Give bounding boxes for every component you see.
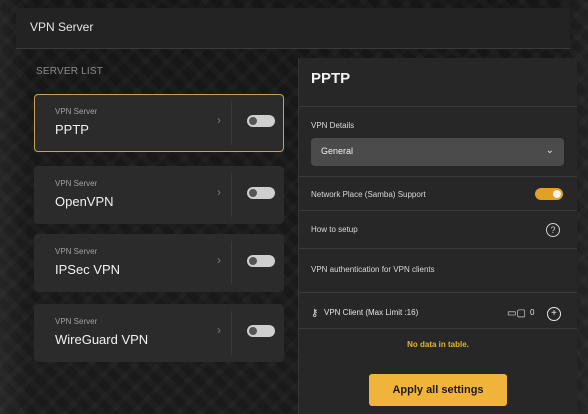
server-card-pptp[interactable]: VPN Server PPTP › — [34, 94, 284, 152]
add-icon[interactable]: + — [547, 307, 561, 321]
server-card-name: PPTP — [55, 122, 89, 137]
toggle-knob — [553, 190, 561, 198]
toggle-knob — [249, 257, 257, 265]
server-list-panel: SERVER LIST VPN Server PPTP › VPN Server… — [20, 58, 294, 414]
select-value: General — [321, 146, 354, 156]
server-card-openvpn[interactable]: VPN Server OpenVPN › — [34, 166, 284, 224]
divider — [299, 210, 577, 211]
card-divider — [231, 101, 232, 145]
server-list-label: SERVER LIST — [36, 66, 104, 77]
ipsec-toggle[interactable] — [247, 255, 275, 267]
card-divider — [231, 241, 232, 285]
samba-toggle[interactable] — [535, 188, 563, 200]
help-icon[interactable]: ? — [546, 223, 560, 237]
toggle-knob — [249, 189, 257, 197]
toggle-knob — [249, 117, 257, 125]
key-icon: ⚷ — [311, 308, 319, 319]
server-card-wireguard[interactable]: VPN Server WireGuard VPN › — [34, 304, 284, 362]
card-divider — [231, 311, 232, 355]
vpn-client-row: ⚷ VPN Client (Max Limit :16) ▭▢ 0 + — [311, 307, 564, 326]
chevron-right-icon: › — [217, 185, 221, 199]
chevron-right-icon: › — [217, 323, 221, 337]
wireguard-toggle[interactable] — [247, 325, 275, 337]
details-title: PPTP — [311, 70, 351, 87]
vpn-client-count: 0 — [530, 308, 535, 317]
server-card-ipsec[interactable]: VPN Server IPSec VPN › — [34, 234, 284, 292]
how-to-setup-label: How to setup — [311, 225, 358, 234]
divider — [299, 292, 577, 293]
chevron-down-icon: ⌄ — [545, 145, 554, 156]
openvpn-toggle[interactable] — [247, 187, 275, 199]
server-card-small-label: VPN Server — [55, 317, 98, 326]
divider — [299, 106, 577, 107]
page-header: VPN Server — [16, 8, 570, 49]
server-card-name: WireGuard VPN — [55, 332, 149, 347]
server-card-small-label: VPN Server — [55, 247, 98, 256]
page-title: VPN Server — [30, 20, 94, 34]
no-data-message: No data in table. — [407, 340, 469, 349]
server-card-small-label: VPN Server — [55, 179, 98, 188]
samba-label: Network Place (Samba) Support — [311, 190, 426, 199]
server-card-small-label: VPN Server — [55, 107, 98, 116]
apply-all-settings-button[interactable]: Apply all settings — [369, 374, 507, 406]
app-frame: VPN Server SERVER LIST VPN Server PPTP ›… — [0, 0, 588, 414]
vpn-details-label: VPN Details — [311, 121, 355, 130]
divider — [299, 248, 577, 249]
chevron-right-icon: › — [217, 113, 221, 127]
toggle-knob — [249, 327, 257, 335]
pptp-toggle[interactable] — [247, 115, 275, 127]
divider — [299, 176, 577, 177]
card-divider — [231, 173, 232, 217]
server-card-name: OpenVPN — [55, 194, 114, 209]
devices-icon: ▭▢ — [507, 308, 526, 319]
vpn-client-label: VPN Client (Max Limit :16) — [324, 308, 419, 317]
server-card-name: IPSec VPN — [55, 262, 121, 277]
chevron-right-icon: › — [217, 253, 221, 267]
vpn-details-select[interactable]: General ⌄ — [311, 138, 564, 166]
vpn-auth-label: VPN authentication for VPN clients — [311, 265, 435, 274]
divider — [299, 328, 577, 329]
details-panel: PPTP VPN Details General ⌄ Network Place… — [298, 58, 577, 414]
